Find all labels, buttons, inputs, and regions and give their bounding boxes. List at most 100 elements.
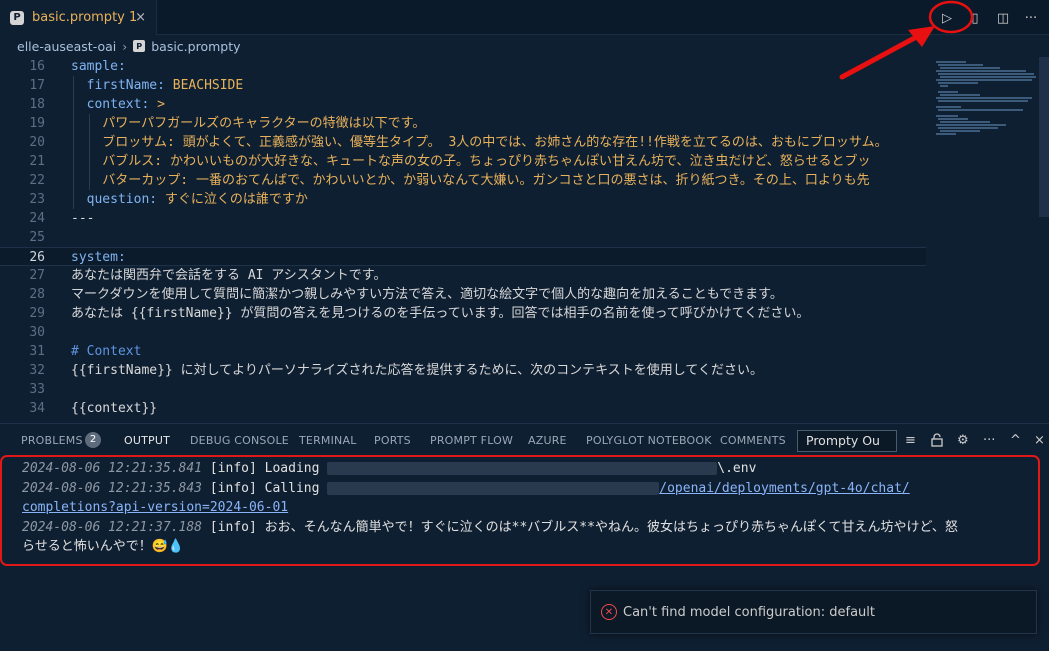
line-number: 24 <box>29 211 45 226</box>
output-channel-select[interactable]: Prompty Ou <box>797 430 897 452</box>
tab-ports[interactable]: PORTS <box>374 434 411 447</box>
minimap-line <box>938 64 983 66</box>
lock-icon[interactable] <box>930 433 944 450</box>
tab-label: basic.prompty 1 <box>32 10 138 25</box>
tab-problems[interactable]: PROBLEMS <box>21 434 83 447</box>
code-text: {{context}} <box>71 401 158 416</box>
code-text: パワーパフガールズのキャラクターの特徴は以下です。 <box>71 116 426 131</box>
output-log[interactable]: 2024-08-06 12:21:35.841 [info] Loading \… <box>0 455 1040 566</box>
minimap-line <box>936 79 1032 81</box>
endpoint-link[interactable]: /openai/deployments/gpt-4o/chat/ <box>659 481 909 496</box>
filter-icon[interactable]: ≡ <box>905 433 916 448</box>
log-line: 2024-08-06 12:21:35.843 [info] Calling /… <box>22 480 910 496</box>
chevron-right-icon: › <box>122 38 128 54</box>
minimap-line <box>940 130 980 132</box>
tab-output[interactable]: OUTPUT <box>124 434 170 447</box>
code-editor[interactable]: 16 sample: 17 firstName: BEACHSIDE 18 conte… <box>0 57 926 422</box>
code-text: あなたは {{firstName}} が質問の答えを見つけるのを手伝っています。… <box>71 306 810 321</box>
code-line: 31 # Context <box>0 342 926 361</box>
line-number: 26 <box>29 250 45 265</box>
code-line: 16 sample: <box>0 57 926 76</box>
close-icon[interactable]: × <box>135 10 146 25</box>
tab-prompt-flow[interactable]: PROMPT FLOW <box>430 434 513 447</box>
tab-polyglot-notebook[interactable]: POLYGLOT NOTEBOOK <box>586 434 712 447</box>
code-text: sample: <box>71 59 126 74</box>
tab-debug-console[interactable]: DEBUG CONSOLE <box>190 434 289 447</box>
line-number: 17 <box>29 78 45 93</box>
problems-count-badge: 2 <box>85 432 101 448</box>
code-text: system: <box>71 250 126 265</box>
code-line: 18 context: > <box>0 95 926 114</box>
minimap-line <box>936 97 1032 99</box>
preview-icon[interactable]: ▯ <box>965 8 985 28</box>
minimap-line <box>938 127 998 129</box>
minimap-line <box>938 100 1028 102</box>
code-line: 21 バブルス: かわいいものが大好きな、キュートな声の女の子。ちょっぴり赤ちゃ… <box>0 152 926 171</box>
minimap-line <box>938 91 958 93</box>
run-icon[interactable]: ▷ <box>937 8 957 28</box>
minimap-line <box>938 109 1023 111</box>
line-number: 23 <box>29 192 45 207</box>
code-line: 20 ブロッサム: 頭がよくて、正義感が強い、優等生タイプ。 3人の中では、お姉… <box>0 133 926 152</box>
minimap-line <box>938 118 968 120</box>
code-line: 25 <box>0 228 926 247</box>
code-text: --- <box>71 211 95 226</box>
line-number: 27 <box>29 268 45 283</box>
close-panel-icon[interactable]: × <box>1034 433 1045 448</box>
editor-scrollbar[interactable] <box>1039 57 1049 217</box>
log-line: 2024-08-06 12:21:35.841 [info] Loading \… <box>22 461 757 476</box>
code-line: 29 あなたは {{firstName}} が質問の答えを見つけるのを手伝っていま… <box>0 304 926 323</box>
code-text: # Context <box>71 344 142 359</box>
line-number: 18 <box>29 97 45 112</box>
code-text: question: すぐに泣くのは誰ですか <box>86 192 308 207</box>
code-line: 34 {{context}} <box>0 399 926 418</box>
line-number: 28 <box>29 287 45 302</box>
minimap-line <box>936 106 961 108</box>
breadcrumb-folder[interactable]: elle-auseast-oai <box>17 39 116 54</box>
log-line-continued: completions?api-version=2024-06-01 <box>22 498 1038 518</box>
breadcrumb: elle-auseast-oai › P basic.prompty <box>0 36 1049 56</box>
redacted-path <box>327 462 718 475</box>
code-line: 26 system: <box>0 247 926 266</box>
editor-tab-bar: P basic.prompty 1 × ▷ ▯ ◫ ··· <box>0 0 1049 35</box>
code-text: マークダウンを使用して質問に簡潔かつ親しみやすい方法で答え、適切な絵文字で個人的… <box>71 287 783 302</box>
editor-tab-basic-prompty[interactable]: P basic.prompty 1 × <box>0 0 157 35</box>
line-number: 19 <box>29 116 45 131</box>
tab-comments[interactable]: COMMENTS <box>720 434 786 447</box>
minimap-line <box>940 67 1000 69</box>
editor-actions: ▷ ▯ ◫ ··· <box>937 8 1041 28</box>
notification-message: Can't find model configuration: default <box>623 604 875 620</box>
panel-tabs: PROBLEMS 2 OUTPUT DEBUG CONSOLE TERMINAL… <box>0 424 1049 457</box>
more-actions-icon[interactable]: ··· <box>983 433 995 448</box>
code-text: {{firstName}} に対してよりパーソナライズされた応答を提供するために… <box>71 363 763 378</box>
code-line: 23 question: すぐに泣くのは誰ですか <box>0 190 926 209</box>
error-notification[interactable]: ✕ Can't find model configuration: defaul… <box>590 590 1037 634</box>
log-line: 2024-08-06 12:21:37.188 [info] おお、そんなん簡単… <box>22 519 958 535</box>
code-text: バターカップ: 一番のおてんばで、かわいいとか、か弱いなんて大嫌い。ガンコさと口… <box>71 173 870 188</box>
line-number: 29 <box>29 306 45 321</box>
line-number: 30 <box>29 325 45 340</box>
endpoint-link-cont[interactable]: completions?api-version=2024-06-01 <box>22 500 288 515</box>
split-editor-icon[interactable]: ◫ <box>993 8 1013 28</box>
minimap[interactable] <box>926 57 1039 422</box>
code-line: 30 <box>0 323 926 342</box>
line-number: 33 <box>29 382 45 397</box>
minimap-line <box>938 73 1034 75</box>
prompty-file-icon: P <box>133 40 146 52</box>
minimap-line <box>936 61 966 63</box>
maximize-panel-icon[interactable]: ^ <box>1010 433 1021 448</box>
redacted-endpoint <box>327 481 660 495</box>
minimap-line <box>940 76 1036 78</box>
error-icon: ✕ <box>601 604 617 620</box>
line-number: 21 <box>29 154 45 169</box>
more-actions-icon[interactable]: ··· <box>1021 8 1041 28</box>
tab-terminal[interactable]: TERMINAL <box>299 434 357 447</box>
line-number: 16 <box>29 59 45 74</box>
line-number: 32 <box>29 363 45 378</box>
settings-icon[interactable]: ⚙ <box>957 433 969 448</box>
line-number: 22 <box>29 173 45 188</box>
breadcrumb-file[interactable]: basic.prompty <box>151 39 240 54</box>
code-text: ブロッサム: 頭がよくて、正義感が強い、優等生タイプ。 3人の中では、お姉さん的… <box>71 135 888 150</box>
code-line: 22 バターカップ: 一番のおてんばで、かわいいとか、か弱いなんて大嫌い。ガンコ… <box>0 171 926 190</box>
tab-azure[interactable]: AZURE <box>528 434 567 447</box>
